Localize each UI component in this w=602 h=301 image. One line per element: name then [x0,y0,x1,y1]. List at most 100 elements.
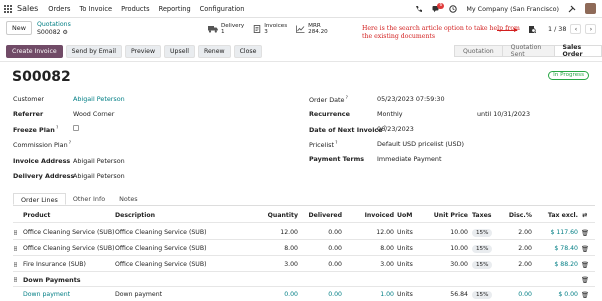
row-quantity[interactable]: 3.00 [258,261,298,268]
tax-tag[interactable]: 15% [472,229,493,237]
row-uom[interactable]: Units [397,229,413,236]
next-invoice-field[interactable]: 06/23/2023 [377,125,414,133]
row-discount[interactable]: 2.00 [500,245,532,252]
delivery-smart-button[interactable]: Delivery 1 [208,23,244,35]
invoice-address-field[interactable]: Abigail Peterson [73,157,125,165]
row-description[interactable]: Down payment [115,291,162,298]
drag-handle-icon[interactable] [14,246,17,251]
clock-icon[interactable] [449,4,458,13]
trash-icon[interactable]: 🗑 [581,245,589,253]
row-product[interactable]: Office Cleaning Service (SUB) [23,245,115,252]
row-delivered[interactable]: 0.00 [298,291,342,298]
row-delivered[interactable]: 0.00 [298,229,342,236]
column-settings-icon[interactable]: ⇄ [582,212,587,219]
payment-terms-field[interactable]: Immediate Payment [377,155,441,163]
menu-reporting[interactable]: Reporting [159,5,191,13]
drag-handle-icon[interactable] [14,230,17,235]
row-discount[interactable]: 2.00 [500,261,532,268]
tab-notes[interactable]: Notes [112,193,144,205]
col-discount[interactable]: Disc.% [500,212,532,219]
stage-quotation-sent[interactable]: Quotation Sent [501,44,555,58]
col-description[interactable]: Description [115,212,155,219]
invoice-address-label: Invoice Address [13,157,71,165]
pager-value[interactable]: 1 / 38 [548,25,566,33]
gear-icon[interactable]: ⚙ [63,29,68,36]
row-description[interactable]: Office Cleaning Service (SUB) [115,229,207,236]
row-uom[interactable]: Units [397,291,413,298]
col-taxes[interactable]: Taxes [472,212,491,219]
drag-handle-icon[interactable] [14,277,17,282]
create-invoice-button[interactable]: Create Invoice [6,45,63,58]
trash-icon[interactable]: 🗑 [581,276,589,284]
col-delivered[interactable]: Delivered [298,212,342,219]
upsell-button[interactable]: Upsell [164,45,195,58]
col-unit-price[interactable]: Unit Price [426,212,468,219]
stage-quotation[interactable]: Quotation [454,45,503,57]
row-uom[interactable]: Units [397,245,413,252]
row-discount[interactable]: 2.00 [500,229,532,236]
trash-icon[interactable]: 🗑 [581,291,589,299]
row-unit-price[interactable]: 10.00 [426,245,468,252]
company-switcher[interactable]: My Company (San Francisco) [466,5,559,13]
tax-tag[interactable]: 15% [472,245,493,253]
breadcrumb-quotations[interactable]: Quotations [37,21,71,29]
phone-icon[interactable] [415,5,423,13]
col-invoiced[interactable]: Invoiced [350,212,394,219]
col-product[interactable]: Product [23,212,50,219]
row-description[interactable]: Office Cleaning Service (SUB) [115,245,207,252]
tools-icon[interactable] [568,5,576,13]
row-unit-price[interactable]: 56.84 [426,291,468,298]
row-discount[interactable]: 0.00 [500,291,532,298]
user-avatar[interactable] [585,3,596,14]
menu-orders[interactable]: Orders [48,5,70,13]
drag-handle-icon[interactable] [14,262,17,267]
stage-sales-order[interactable]: Sales Order [553,44,602,58]
row-product[interactable]: Down payment [23,291,70,298]
apps-menu-icon[interactable] [0,4,16,13]
row-unit-price[interactable]: 10.00 [426,229,468,236]
renew-button[interactable]: Renew [197,45,231,58]
menu-products[interactable]: Products [121,5,149,13]
preview-button[interactable]: Preview [124,45,162,58]
order-date-field[interactable]: 05/23/2023 07:59:30 [377,95,445,103]
row-product[interactable]: Fire Insurance (SUB) [23,261,86,268]
row-description[interactable]: Office Cleaning Service (SUB) [115,261,207,268]
menu-configuration[interactable]: Configuration [200,5,245,13]
recurrence-until[interactable]: until 10/31/2023 [477,110,530,118]
close-button[interactable]: Close [233,45,263,58]
previous-record-button[interactable]: ‹ [570,24,582,34]
col-tax-excl[interactable]: Tax excl. [540,212,578,219]
row-uom[interactable]: Units [397,261,413,268]
next-record-button[interactable]: › [585,24,597,34]
row-quantity[interactable]: 12.00 [258,229,298,236]
recurrence-field[interactable]: Monthly [377,110,403,118]
col-quantity[interactable]: Quantity [258,212,298,219]
tax-tag[interactable]: 15% [472,261,493,269]
tax-tag[interactable]: 15% [472,291,493,299]
tab-order-lines[interactable]: Order Lines [13,193,66,205]
menu-to-invoice[interactable]: To Invoice [79,5,112,13]
customer-field[interactable]: Abigail Peterson [73,95,125,103]
freeze-plan-checkbox[interactable] [73,125,79,131]
pricelist-field[interactable]: Default USD pricelist (USD) [377,140,464,148]
row-product[interactable]: Office Cleaning Service (SUB) [23,229,115,236]
row-delivered[interactable]: 0.00 [298,261,342,268]
app-name[interactable]: Sales [17,4,38,13]
row-unit-price[interactable]: 30.00 [426,261,468,268]
trash-icon[interactable]: 🗑 [581,229,589,237]
delivery-address-field[interactable]: Abigail Peterson [73,172,125,180]
row-delivered[interactable]: 0.00 [298,245,342,252]
tab-other-info[interactable]: Other Info [66,193,112,205]
chat-icon[interactable]: 6 [432,2,445,13]
row-quantity[interactable]: 0.00 [258,291,298,298]
invoices-smart-button[interactable]: Invoices 3 [253,23,287,35]
mrr-smart-button[interactable]: MRR 284.20 [296,23,328,35]
search-article-icon[interactable] [528,25,536,34]
new-button[interactable]: New [6,21,32,35]
section-down-payments[interactable]: Down Payments [23,276,81,284]
trash-icon[interactable]: 🗑 [581,261,589,269]
send-email-button[interactable]: Send by Email [65,45,122,58]
referrer-field[interactable]: Wood Corner [73,110,114,118]
col-uom[interactable]: UoM [397,212,412,219]
row-quantity[interactable]: 8.00 [258,245,298,252]
